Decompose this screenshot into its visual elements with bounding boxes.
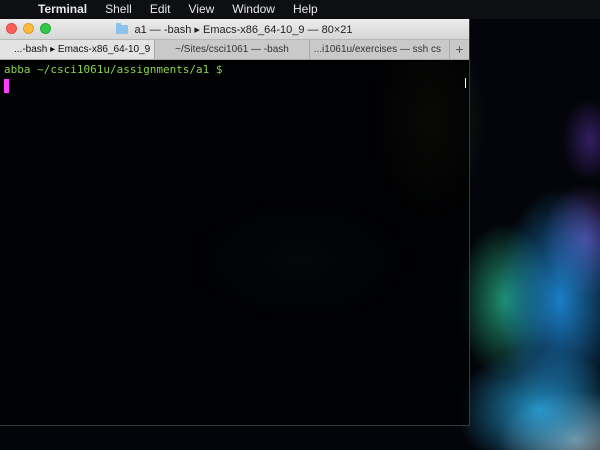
minimize-button[interactable] (23, 23, 34, 34)
terminal-window: a1 — -bash ▸ Emacs-x86_64-10_9 — 80×21 .… (0, 19, 470, 426)
tab-sites-csci1061[interactable]: ~/Sites/csci1061 — -bash (155, 40, 310, 59)
menu-window[interactable]: Window (232, 0, 275, 19)
window-title: a1 — -bash ▸ Emacs-x86_64-10_9 — 80×21 (134, 23, 353, 36)
menu-edit[interactable]: Edit (150, 0, 171, 19)
close-button[interactable] (6, 23, 17, 34)
window-titlebar[interactable]: a1 — -bash ▸ Emacs-x86_64-10_9 — 80×21 (0, 19, 469, 40)
tab-exercises-ssh[interactable]: ...i1061u/exercises — ssh cs (310, 40, 450, 59)
ibeam-icon (465, 78, 466, 88)
tab-emacs[interactable]: ...-bash ▸ Emacs-x86_64-10_9 (0, 40, 155, 59)
add-tab-button[interactable]: + (450, 40, 469, 59)
menu-shell[interactable]: Shell (105, 0, 132, 19)
menu-view[interactable]: View (189, 0, 215, 19)
text-cursor (4, 79, 9, 93)
menu-help[interactable]: Help (293, 0, 318, 19)
menu-bar: Terminal Shell Edit View Window Help (0, 0, 600, 19)
folder-icon (116, 22, 129, 34)
shell-prompt: abba ~/csci1061u/assignments/a1 $ (4, 63, 223, 76)
terminal-content[interactable]: abba ~/csci1061u/assignments/a1 $ (0, 60, 469, 425)
zoom-button[interactable] (40, 23, 51, 34)
tab-bar: ...-bash ▸ Emacs-x86_64-10_9 ~/Sites/csc… (0, 40, 469, 60)
menu-terminal[interactable]: Terminal (38, 0, 87, 19)
traffic-lights (6, 23, 51, 34)
